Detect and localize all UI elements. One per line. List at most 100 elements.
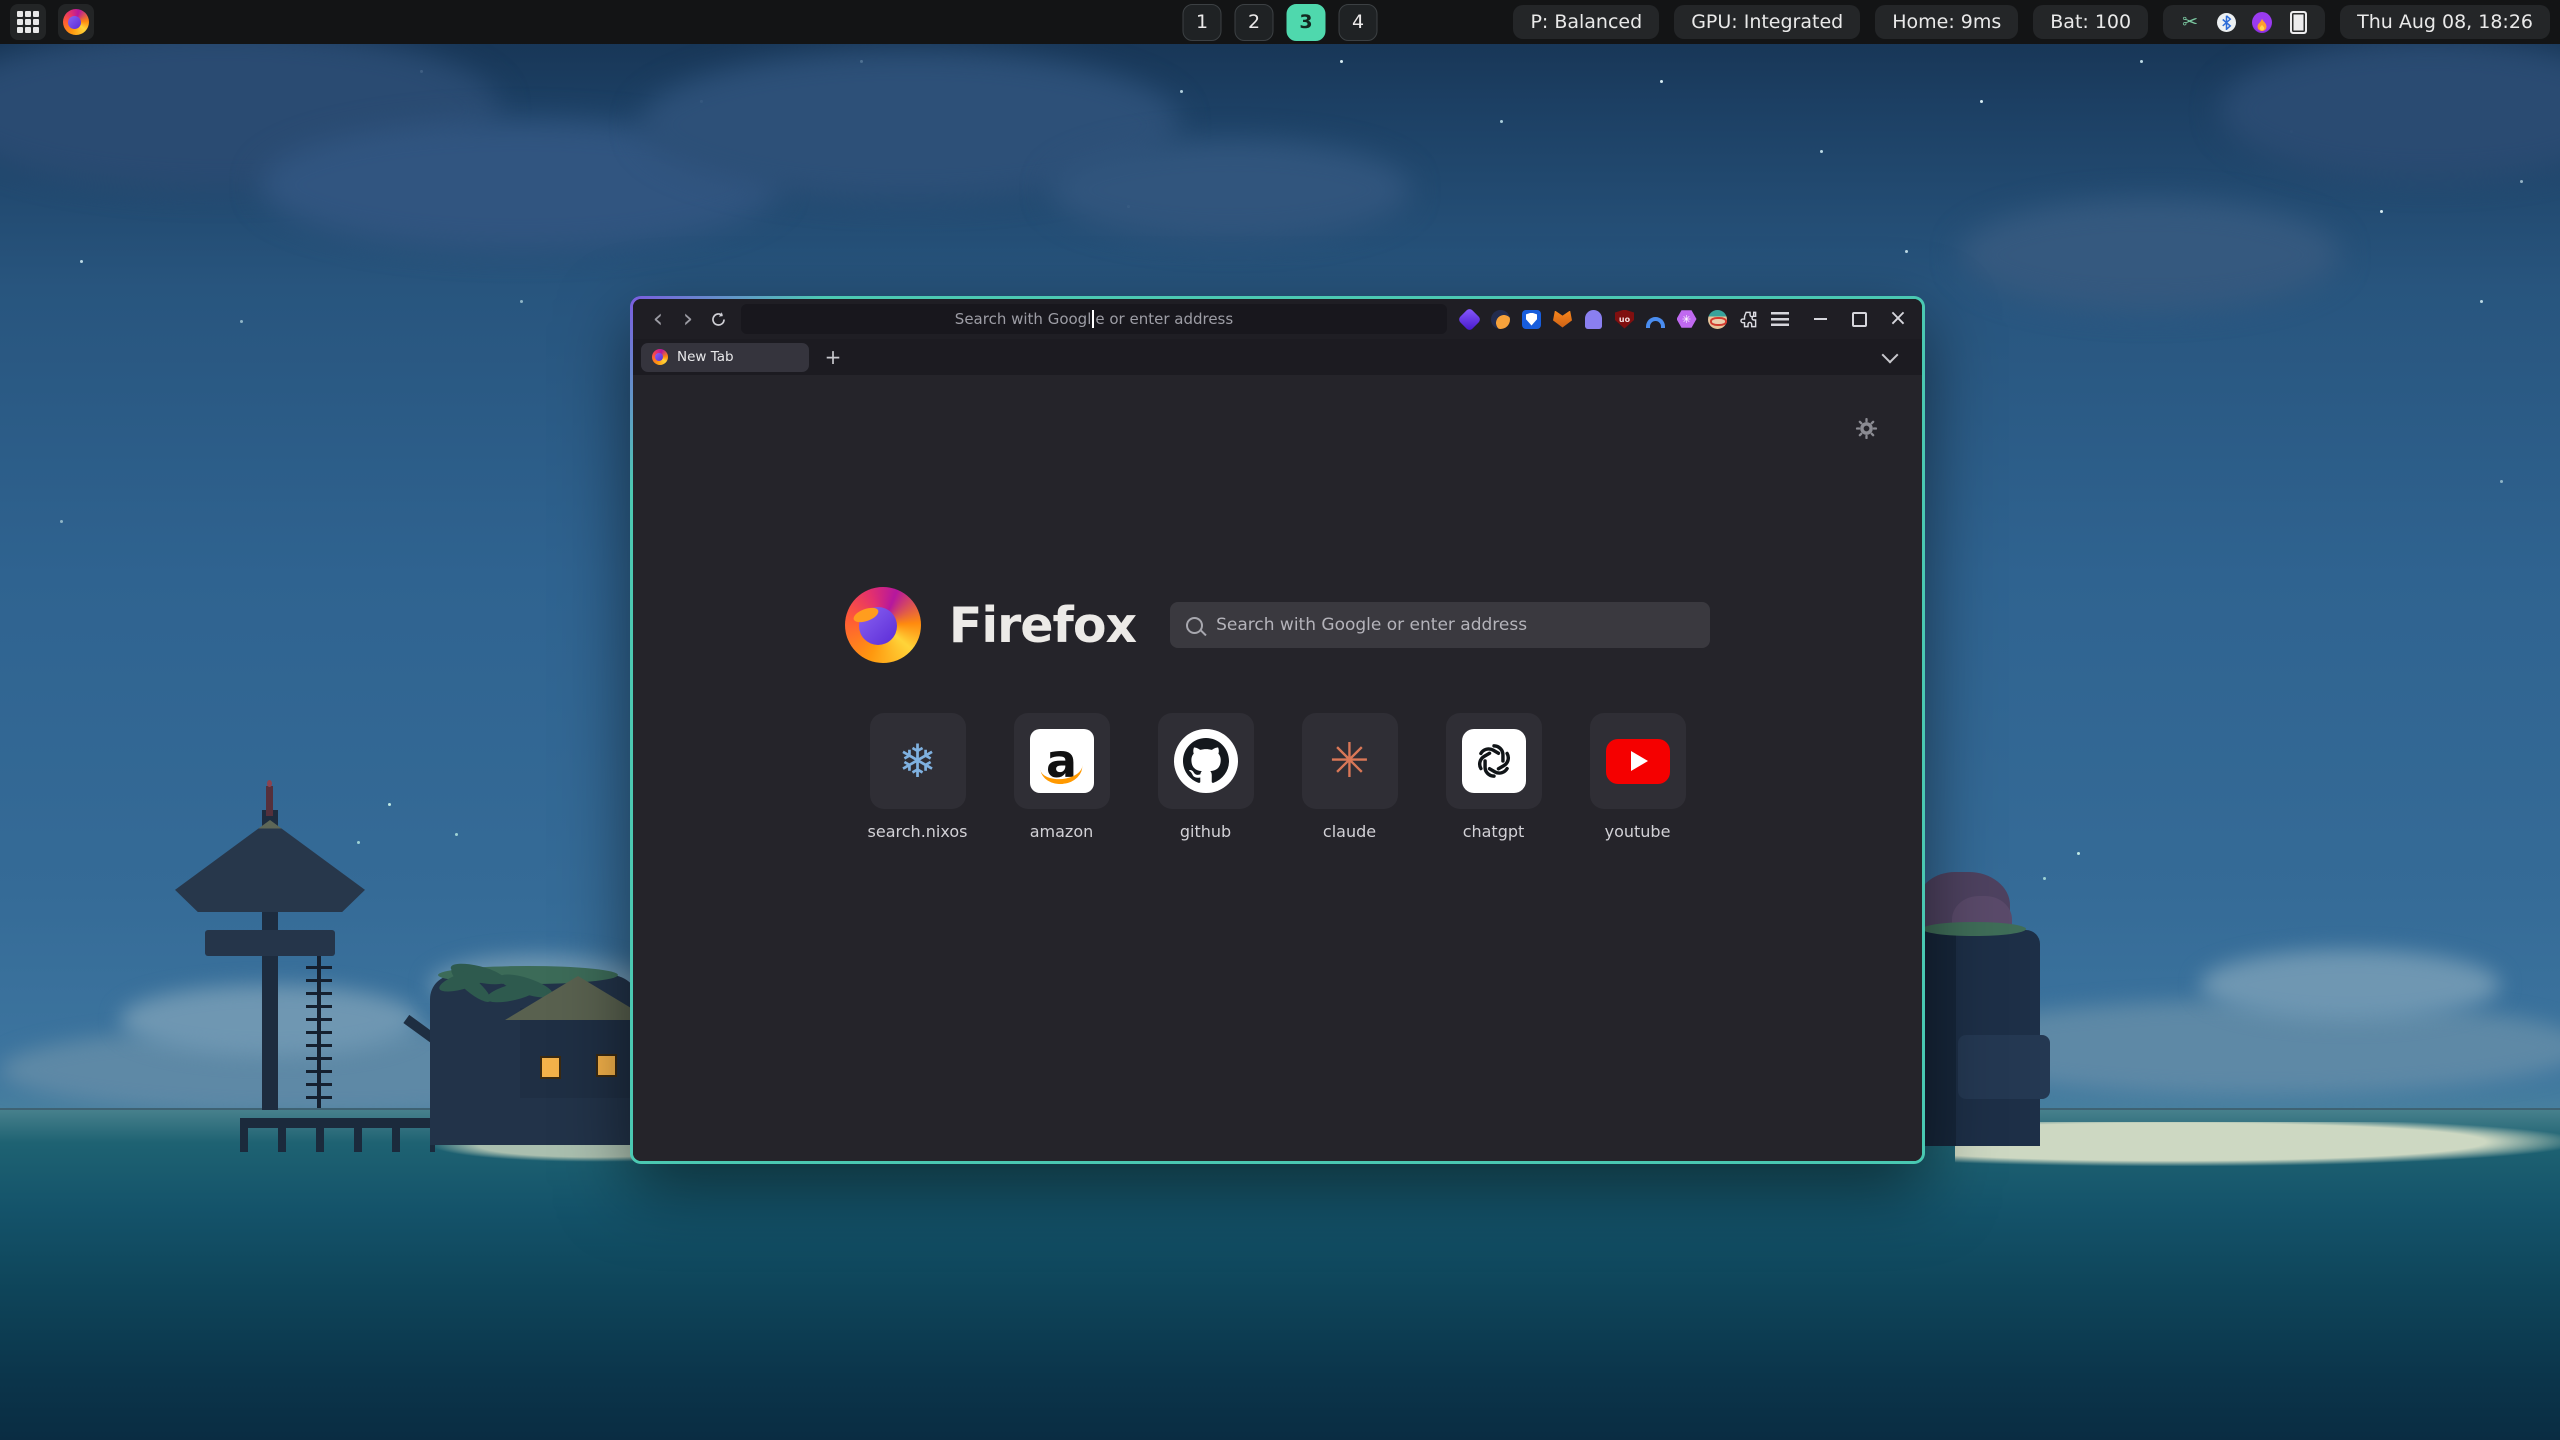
amazon-icon: a (1030, 729, 1094, 793)
shortcut-youtube: youtube (1590, 713, 1686, 841)
claude-starburst-icon: ✳ (1329, 737, 1369, 785)
extension-toolbar: uo ✳ (1459, 309, 1790, 330)
phone-icon[interactable] (2288, 11, 2308, 33)
cloud (1960, 200, 2340, 310)
youtube-play-icon (1606, 739, 1670, 784)
firefox-logo (845, 587, 921, 663)
cloud (1050, 140, 1410, 240)
shortcut-label: claude (1323, 822, 1376, 841)
workspace-label: 4 (1352, 11, 1364, 33)
new-tab-button[interactable]: + (819, 343, 847, 371)
shortcut-label: amazon (1030, 822, 1094, 841)
extensions-puzzle-icon[interactable] (1738, 309, 1759, 330)
close-button[interactable]: × (1888, 309, 1908, 329)
pier-posts (240, 1118, 435, 1152)
status-bar: 1 2 3 4 P: Balanced GPU: Integrated Home… (0, 0, 2560, 44)
flame-badge-icon[interactable] (2252, 11, 2272, 33)
right-cliff-ledge (1958, 1035, 2050, 1099)
workspace-4[interactable]: 4 (1339, 4, 1378, 41)
power-profile-pill: P: Balanced (1513, 5, 1659, 39)
url-placeholder-post: e or enter address (1095, 310, 1233, 328)
new-tab-page: Firefox Search with Google or enter addr… (633, 375, 1922, 1161)
clock-label: Thu Aug 08, 18:26 (2357, 11, 2533, 33)
shortcut-tile-github[interactable] (1158, 713, 1254, 809)
ping-label: Home: 9ms (1892, 11, 2001, 33)
forward-button[interactable]: › (673, 304, 703, 334)
hut-lit-window (596, 1054, 617, 1077)
gpu-pill: GPU: Integrated (1674, 5, 1860, 39)
url-placeholder-pre: Search with Googl (955, 310, 1092, 328)
workspace-3-active[interactable]: 3 (1287, 4, 1326, 41)
sandbar (1955, 1122, 2560, 1166)
disguise-face-extension-icon[interactable] (1707, 309, 1728, 330)
minimize-button[interactable] (1810, 309, 1830, 329)
horizon-cloud (2200, 950, 2500, 1020)
list-all-tabs-chevron-icon[interactable] (1882, 347, 1899, 364)
scissors-icon[interactable]: ✂ (2180, 11, 2200, 33)
bitwarden-extension-icon[interactable] (1521, 309, 1542, 330)
tab-new-tab[interactable]: New Tab (641, 343, 809, 372)
hamburger-menu-button[interactable] (1769, 309, 1790, 330)
shortcut-amazon: a amazon (1014, 713, 1110, 841)
watchtower-ladder (306, 956, 332, 1108)
firefox-wordmark: Firefox (949, 597, 1136, 654)
tab-bar: New Tab + (633, 339, 1922, 375)
shortcut-chatgpt: chatgpt (1446, 713, 1542, 841)
reload-button[interactable] (703, 304, 733, 334)
battery-pill: Bat: 100 (2033, 5, 2148, 39)
app-grid-icon (17, 11, 39, 33)
watchtower-spire (266, 786, 273, 816)
newtab-search-placeholder: Search with Google or enter address (1216, 615, 1527, 635)
back-button[interactable]: ‹ (643, 304, 673, 334)
vpn-arc-extension-icon[interactable] (1645, 309, 1666, 330)
metamask-extension-icon[interactable] (1552, 309, 1573, 330)
hut-lit-window (540, 1056, 561, 1079)
nixos-snowflake-icon: ❄ (898, 738, 937, 784)
shortcut-claude: ✳ claude (1302, 713, 1398, 841)
tab-title: New Tab (677, 349, 734, 365)
watchtower-platform (205, 930, 335, 956)
shortcut-tiles: ❄ search.nixos a amazon gi (633, 713, 1922, 841)
text-caret (1092, 310, 1094, 328)
ghostery-extension-icon[interactable] (1583, 309, 1604, 330)
shortcut-label: search.nixos (868, 822, 968, 841)
shortcut-github: github (1158, 713, 1254, 841)
navigation-toolbar: ‹ › Search with Google or enter address … (633, 299, 1922, 339)
url-bar[interactable]: Search with Google or enter address (741, 304, 1447, 334)
firefox-launcher-button[interactable] (58, 4, 94, 40)
shortcut-label: youtube (1605, 822, 1671, 841)
clock-pill: Thu Aug 08, 18:26 (2340, 5, 2550, 39)
newtab-hero: Firefox Search with Google or enter addr… (633, 375, 1922, 663)
personalize-gear-icon[interactable] (1855, 417, 1878, 444)
right-cliff-grass (1922, 922, 2026, 936)
hut (520, 1008, 632, 1098)
shortcut-tile-search-nixos[interactable]: ❄ (870, 713, 966, 809)
github-octocat-icon (1174, 729, 1238, 793)
ping-pill: Home: 9ms (1875, 5, 2018, 39)
app-launcher-button[interactable] (10, 4, 46, 40)
workspace-2[interactable]: 2 (1235, 4, 1274, 41)
shortcut-label: chatgpt (1463, 822, 1525, 841)
workspace-label: 1 (1196, 11, 1208, 33)
workspace-label: 2 (1248, 11, 1260, 33)
shortcut-tile-claude[interactable]: ✳ (1302, 713, 1398, 809)
workspace-label: 3 (1299, 11, 1312, 33)
workspace-1[interactable]: 1 (1183, 4, 1222, 41)
ublock-origin-extension-icon[interactable]: uo (1614, 309, 1635, 330)
purple-gem-extension-icon[interactable] (1459, 309, 1480, 330)
shortcut-tile-chatgpt[interactable] (1446, 713, 1542, 809)
shortcut-label: github (1180, 822, 1231, 841)
status-modules: P: Balanced GPU: Integrated Home: 9ms Ba… (1513, 5, 2550, 39)
shortcut-tile-youtube[interactable] (1590, 713, 1686, 809)
newtab-search-input[interactable]: Search with Google or enter address (1170, 602, 1710, 648)
maximize-button[interactable] (1849, 309, 1869, 329)
system-tray: ✂ (2163, 5, 2325, 39)
hex-asterisk-extension-icon[interactable]: ✳ (1676, 309, 1697, 330)
shortcut-tile-amazon[interactable]: a (1014, 713, 1110, 809)
dark-reader-extension-icon[interactable] (1490, 309, 1511, 330)
firefox-icon (63, 9, 89, 35)
bluetooth-icon[interactable] (2216, 11, 2236, 33)
firefox-window: ‹ › Search with Google or enter address … (630, 296, 1925, 1164)
gpu-label: GPU: Integrated (1691, 11, 1843, 33)
shortcut-search-nixos: ❄ search.nixos (870, 713, 966, 841)
